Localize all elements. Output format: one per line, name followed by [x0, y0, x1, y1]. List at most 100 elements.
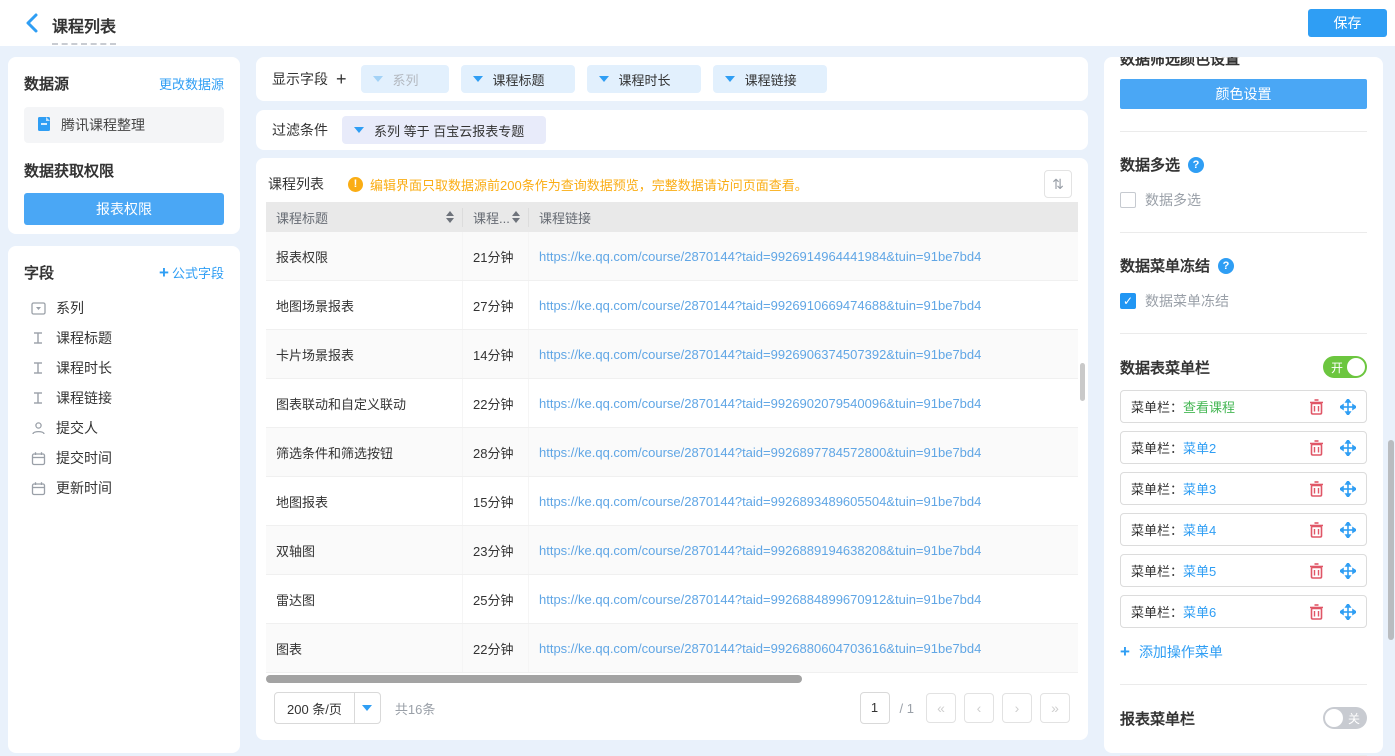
preview-warning: ! 编辑界面只取数据源前200条作为查询数据预览，完整数据请访问页面查看。	[348, 175, 808, 194]
sort-icon[interactable]: ⇅	[1044, 170, 1072, 198]
menu-item-label[interactable]: 菜单6	[1183, 602, 1216, 621]
date-field-icon	[30, 450, 46, 466]
datasource-panel: 数据源 更改数据源 腾讯课程整理 数据获取权限 报表权限	[8, 57, 240, 234]
menu-item: 菜单栏： 菜单2	[1120, 431, 1367, 464]
sort-toggle-icon[interactable]	[512, 211, 520, 223]
caret-down-icon	[599, 76, 609, 82]
move-icon[interactable]	[1339, 439, 1356, 456]
table-horizontal-scrollbar	[266, 675, 1078, 683]
trash-icon[interactable]	[1308, 603, 1325, 620]
horizontal-scrollbar-thumb[interactable]	[266, 675, 802, 683]
report-menu-toggle[interactable]: 关	[1323, 707, 1367, 729]
field-item-course-title[interactable]: 课程标题	[24, 323, 224, 353]
course-link[interactable]: https://ke.qq.com/course/2870144?taid=99…	[529, 379, 1078, 427]
column-header-course-duration: 课程...	[473, 208, 510, 227]
pager-next-icon[interactable]: ›	[1002, 693, 1032, 723]
pager-last-icon[interactable]: »	[1040, 693, 1070, 723]
table-title: 课程列表	[268, 174, 324, 194]
field-item-course-duration[interactable]: 课程时长	[24, 353, 224, 383]
caret-down-icon	[354, 693, 380, 723]
display-field-tag-course-duration[interactable]: 课程时长	[587, 65, 701, 93]
sort-toggle-icon[interactable]	[446, 211, 454, 223]
display-field-tag-course-title[interactable]: 课程标题	[461, 65, 575, 93]
course-link[interactable]: https://ke.qq.com/course/2870144?taid=99…	[529, 575, 1078, 623]
course-link[interactable]: https://ke.qq.com/course/2870144?taid=99…	[529, 281, 1078, 329]
course-link[interactable]: https://ke.qq.com/course/2870144?taid=99…	[529, 428, 1078, 476]
add-action-menu-link[interactable]: + 添加操作菜单	[1120, 642, 1367, 662]
move-icon[interactable]	[1339, 603, 1356, 620]
menu-item-label[interactable]: 菜单5	[1183, 561, 1216, 580]
field-item-series[interactable]: 系列	[24, 293, 224, 323]
multi-select-checkbox[interactable]	[1120, 192, 1136, 208]
settings-panel: 数据筛选颜色设置 颜色设置 数据多选 ? 数据多选 数据菜单冻结 ? ✓ 数据菜…	[1104, 57, 1383, 753]
warning-icon: !	[348, 177, 363, 192]
menu-item: 菜单栏： 菜单6	[1120, 595, 1367, 628]
course-link[interactable]: https://ke.qq.com/course/2870144?taid=99…	[529, 330, 1078, 378]
page-size-select[interactable]: 200 条/页	[274, 692, 381, 724]
help-icon[interactable]: ?	[1188, 157, 1204, 173]
move-icon[interactable]	[1339, 521, 1356, 538]
menu-freeze-checkbox-label: 数据菜单冻结	[1145, 291, 1229, 311]
help-icon[interactable]: ?	[1218, 258, 1234, 274]
move-icon[interactable]	[1339, 480, 1356, 497]
filter-label: 过滤条件	[272, 120, 328, 140]
color-settings-button[interactable]: 颜色设置	[1120, 79, 1367, 109]
fields-title: 字段	[24, 262, 54, 283]
pager-prev-icon[interactable]: ‹	[964, 693, 994, 723]
course-link[interactable]: https://ke.qq.com/course/2870144?taid=99…	[529, 624, 1078, 672]
table-header-row: 课程标题 课程... 课程链接	[266, 202, 1078, 232]
trash-icon[interactable]	[1308, 562, 1325, 579]
menu-freeze-title: 数据菜单冻结	[1120, 255, 1210, 276]
display-field-tag-course-link[interactable]: 课程链接	[713, 65, 827, 93]
datasource-item[interactable]: 腾讯课程整理	[24, 107, 224, 143]
filter-condition-tag[interactable]: 系列 等于 百宝云报表专题	[342, 116, 546, 144]
back-icon[interactable]	[22, 12, 44, 34]
menu-list: 菜单栏： 查看课程 菜单栏： 菜单2 菜单栏： 菜单3 菜单栏：	[1120, 390, 1367, 628]
table-menu-title: 数据表菜单栏	[1120, 357, 1210, 378]
move-icon[interactable]	[1339, 562, 1356, 579]
move-icon[interactable]	[1339, 398, 1356, 415]
table-row: 地图场景报表 27分钟 https://ke.qq.com/course/287…	[266, 281, 1078, 330]
field-item-update-time[interactable]: 更新时间	[24, 473, 224, 503]
window-scrollbar[interactable]	[1388, 440, 1394, 640]
multi-select-checkbox-label: 数据多选	[1145, 190, 1201, 210]
caret-down-icon	[473, 76, 483, 82]
column-header-course-link: 课程链接	[539, 208, 591, 227]
report-permission-button[interactable]: 报表权限	[24, 193, 224, 225]
menu-freeze-checkbox[interactable]: ✓	[1120, 293, 1136, 309]
table-vertical-scrollbar[interactable]	[1080, 363, 1085, 401]
trash-icon[interactable]	[1308, 439, 1325, 456]
display-field-tag-series[interactable]: 系列	[361, 65, 449, 93]
top-bar: 课程列表 保存	[0, 0, 1395, 46]
field-item-submit-time[interactable]: 提交时间	[24, 443, 224, 473]
save-button[interactable]: 保存	[1308, 9, 1387, 37]
date-field-icon	[30, 480, 46, 496]
filter-bar: 过滤条件 系列 等于 百宝云报表专题	[256, 110, 1088, 150]
menu-item-label[interactable]: 菜单3	[1183, 479, 1216, 498]
select-field-icon	[30, 300, 46, 316]
add-display-field-icon[interactable]: +	[336, 69, 347, 90]
menu-item-label[interactable]: 查看课程	[1183, 397, 1235, 416]
course-link[interactable]: https://ke.qq.com/course/2870144?taid=99…	[529, 526, 1078, 574]
pager-first-icon[interactable]: «	[926, 693, 956, 723]
course-table: 课程标题 课程... 课程链接 报表权限 21分钟 https://ke.qq.…	[266, 202, 1078, 673]
trash-icon[interactable]	[1308, 480, 1325, 497]
text-field-icon	[30, 360, 46, 376]
report-menu-title: 报表菜单栏	[1120, 708, 1195, 729]
field-item-course-link[interactable]: 课程链接	[24, 383, 224, 413]
table-row: 筛选条件和筛选按钮 28分钟 https://ke.qq.com/course/…	[266, 428, 1078, 477]
page-number-input[interactable]: 1	[860, 692, 890, 724]
trash-icon[interactable]	[1308, 521, 1325, 538]
trash-icon[interactable]	[1308, 398, 1325, 415]
menu-item-label[interactable]: 菜单2	[1183, 438, 1216, 457]
course-link[interactable]: https://ke.qq.com/course/2870144?taid=99…	[529, 232, 1078, 280]
menu-item: 菜单栏： 菜单4	[1120, 513, 1367, 546]
menu-item-label[interactable]: 菜单4	[1183, 520, 1216, 539]
table-menu-toggle[interactable]: 开	[1323, 356, 1367, 378]
field-item-submitter[interactable]: 提交人	[24, 413, 224, 443]
change-datasource-link[interactable]: 更改数据源	[159, 74, 224, 93]
course-link[interactable]: https://ke.qq.com/course/2870144?taid=99…	[529, 477, 1078, 525]
text-field-icon	[30, 390, 46, 406]
menu-item: 菜单栏： 菜单3	[1120, 472, 1367, 505]
add-formula-field-link[interactable]: +公式字段	[159, 263, 224, 283]
